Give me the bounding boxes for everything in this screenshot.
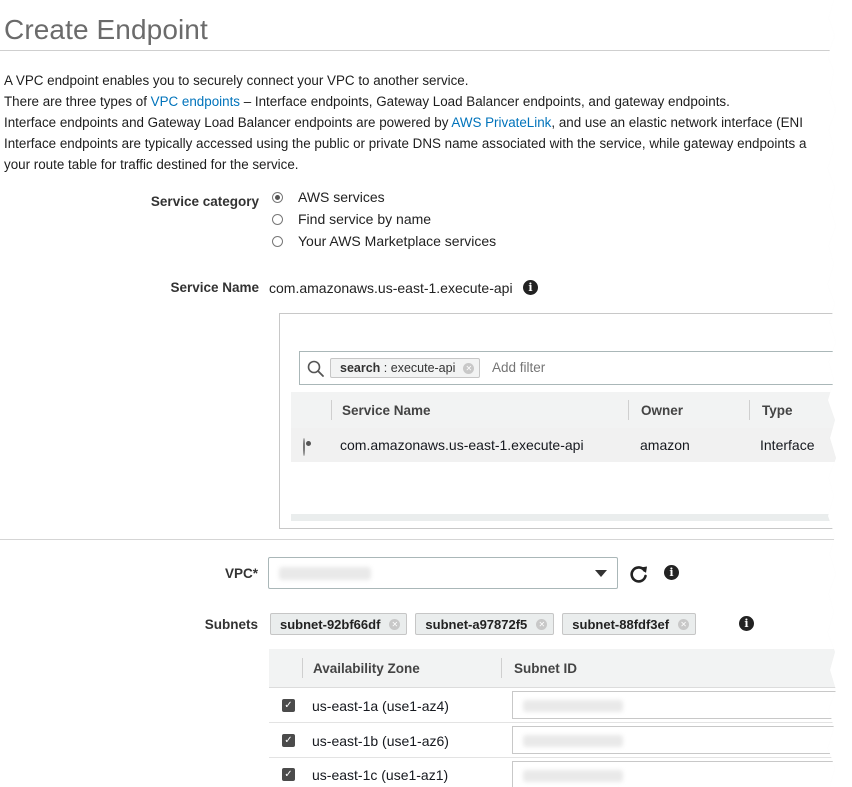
column-header-service-name[interactable]: Service Name <box>342 403 431 418</box>
subnet-tag-label: subnet-88fdf3ef <box>572 616 670 632</box>
subnet-id-select[interactable] <box>512 761 852 787</box>
service-table-header: Service Name Owner Type <box>291 392 852 429</box>
vpc-select[interactable] <box>268 557 618 589</box>
column-header-availability-zone[interactable]: Availability Zone <box>313 661 420 676</box>
table-scrollbar[interactable] <box>291 514 852 521</box>
subnets-label: Subnets <box>204 617 258 632</box>
intro-line-3: Interface endpoints and Gateway Load Bal… <box>4 112 844 133</box>
section-divider <box>0 539 852 540</box>
intro-line-2-rest: – Interface endpoints, Gateway Load Bala… <box>243 94 730 109</box>
radio-button[interactable] <box>272 235 283 247</box>
radio-button[interactable] <box>272 213 283 225</box>
column-header-type[interactable]: Type <box>762 403 793 418</box>
table-row[interactable]: com.amazonaws.us-east-1.execute-api amaz… <box>291 428 852 462</box>
close-icon[interactable]: ✕ <box>389 618 401 630</box>
radio-find-service-by-name[interactable]: Find service by name <box>272 208 496 230</box>
intro-text: A VPC endpoint enables you to securely c… <box>4 70 844 175</box>
table-row: ✓ us-east-1c (use1-az1) <box>269 758 852 787</box>
intro-line-1: A VPC endpoint enables you to securely c… <box>4 73 469 88</box>
vpc-value-redacted <box>279 567 371 580</box>
close-icon[interactable]: ✕ <box>463 362 475 374</box>
checkbox-icon[interactable]: ✓ <box>282 734 295 747</box>
row-type: Interface <box>760 437 815 453</box>
filter-tag[interactable]: search : execute-api ✕ <box>330 358 481 378</box>
refresh-icon[interactable] <box>629 564 649 584</box>
row-availability-zone: us-east-1a (use1-az4) <box>312 698 449 714</box>
intro-line-3-text: Interface endpoints and Gateway Load Bal… <box>4 115 449 130</box>
intro-line-2-text: There are three types of <box>4 94 147 109</box>
service-name-label: Service Name <box>170 280 259 295</box>
column-header-subnet-id[interactable]: Subnet ID <box>514 661 577 676</box>
close-icon[interactable]: ✕ <box>536 618 548 630</box>
info-icon[interactable]: i <box>523 280 538 295</box>
filter-tag-key: search <box>340 361 381 375</box>
subnet-tag[interactable]: subnet-a97872f5 ✕ <box>415 613 555 635</box>
intro-line-4: Interface endpoints are typically access… <box>4 136 807 151</box>
aws-privatelink-link[interactable]: AWS PrivateLink <box>451 115 551 130</box>
filter-bar[interactable]: search : execute-api ✕ <box>299 351 852 385</box>
dropdown-caret-icon <box>595 570 607 577</box>
row-owner: amazon <box>640 437 690 453</box>
subnet-tag-label: subnet-92bf66df <box>280 616 381 632</box>
filter-tag-value: : execute-api <box>383 361 456 375</box>
vpc-endpoints-link[interactable]: VPC endpoints <box>151 94 240 109</box>
radio-aws-services[interactable]: AWS services <box>272 186 496 208</box>
subnet-id-select[interactable] <box>512 691 852 719</box>
vpc-label: VPC* <box>224 566 258 581</box>
service-category-label: Service category <box>150 194 259 209</box>
checkbox-icon[interactable]: ✓ <box>282 768 295 781</box>
service-category-radio-group: AWS services Find service by name Your A… <box>272 186 496 252</box>
radio-button[interactable] <box>272 191 283 203</box>
subnet-id-select[interactable] <box>512 726 852 754</box>
close-icon[interactable]: ✕ <box>678 618 690 630</box>
add-filter-input[interactable] <box>490 359 694 376</box>
radio-label: Find service by name <box>298 211 432 227</box>
checkbox-icon[interactable]: ✓ <box>282 699 295 712</box>
search-icon <box>307 360 324 377</box>
row-availability-zone: us-east-1c (use1-az1) <box>312 767 449 783</box>
subnet-id-redacted <box>523 700 623 712</box>
subnet-id-redacted <box>523 770 623 782</box>
torn-edge-decoration <box>828 0 852 787</box>
table-row: ✓ us-east-1a (use1-az4) <box>269 688 852 723</box>
row-radio-button[interactable] <box>303 438 305 456</box>
intro-line-2: There are three types of VPC endpoints –… <box>4 91 844 112</box>
subnet-tags: subnet-92bf66df ✕ subnet-a97872f5 ✕ subnet… <box>270 613 704 635</box>
intro-line-3-rest: , and use an elastic network interface (… <box>551 115 803 130</box>
column-header-owner[interactable]: Owner <box>641 403 683 418</box>
page-title: Create Endpoint <box>4 14 208 45</box>
radio-marketplace-services[interactable]: Your AWS Marketplace services <box>272 230 496 252</box>
row-service-name: com.amazonaws.us-east-1.execute-api <box>340 437 584 453</box>
subnet-tag-label: subnet-a97872f5 <box>425 616 528 632</box>
title-divider <box>0 50 836 51</box>
subnet-tag[interactable]: subnet-92bf66df ✕ <box>270 613 408 635</box>
subnet-tag[interactable]: subnet-88fdf3ef ✕ <box>562 613 697 635</box>
radio-label: Your AWS Marketplace services <box>298 233 497 249</box>
subnet-table-header: Availability Zone Subnet ID <box>269 649 852 688</box>
subnet-id-redacted <box>523 735 623 747</box>
intro-line-5: your route table for traffic destined fo… <box>4 157 299 172</box>
row-availability-zone: us-east-1b (use1-az6) <box>312 733 449 749</box>
info-icon[interactable]: i <box>739 616 754 631</box>
info-icon[interactable]: i <box>664 565 679 580</box>
radio-label: AWS services <box>298 189 385 205</box>
table-row: ✓ us-east-1b (use1-az6) <box>269 723 852 758</box>
service-name-value: com.amazonaws.us-east-1.execute-api <box>269 280 513 296</box>
